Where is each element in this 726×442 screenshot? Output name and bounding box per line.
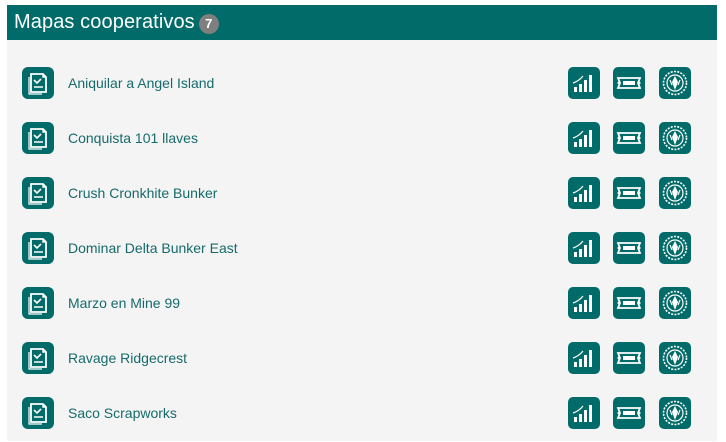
map-document-icon[interactable] bbox=[22, 341, 54, 374]
map-name-link[interactable]: Aniquilar a Angel Island bbox=[68, 75, 214, 91]
map-document-icon[interactable] bbox=[22, 396, 54, 429]
panel-header: Mapas cooperativos 7 bbox=[7, 5, 717, 40]
map-document-icon[interactable] bbox=[22, 66, 54, 99]
map-name-link[interactable]: Marzo en Mine 99 bbox=[68, 295, 180, 311]
map-row: Dominar Delta Bunker East bbox=[7, 220, 717, 275]
map-name-link[interactable]: Ravage Ridgecrest bbox=[68, 350, 187, 366]
map-name-link[interactable]: Conquista 101 llaves bbox=[68, 130, 198, 146]
round-emblem-icon bbox=[659, 121, 691, 154]
banner-slab-icon bbox=[613, 176, 645, 209]
map-document-icon[interactable] bbox=[22, 176, 54, 209]
round-emblem-icon bbox=[659, 66, 691, 99]
banner-slab-icon bbox=[613, 396, 645, 429]
map-document-icon[interactable] bbox=[22, 231, 54, 264]
map-row: Saco Scrapworks bbox=[7, 385, 717, 440]
power-level-bars-icon bbox=[568, 121, 600, 154]
map-name-link[interactable]: Dominar Delta Bunker East bbox=[68, 240, 238, 256]
banner-slab-icon bbox=[613, 231, 645, 264]
map-name-link[interactable]: Crush Cronkhite Bunker bbox=[68, 185, 217, 201]
round-emblem-icon bbox=[659, 231, 691, 264]
map-name-link[interactable]: Saco Scrapworks bbox=[68, 405, 177, 421]
round-emblem-icon bbox=[659, 286, 691, 319]
power-level-bars-icon bbox=[568, 396, 600, 429]
map-document-icon[interactable] bbox=[22, 121, 54, 154]
banner-slab-icon bbox=[613, 66, 645, 99]
banner-slab-icon bbox=[613, 121, 645, 154]
banner-slab-icon bbox=[613, 286, 645, 319]
map-document-icon[interactable] bbox=[22, 286, 54, 319]
coop-maps-panel: Mapas cooperativos 7 Aniquilar a Angel I… bbox=[7, 5, 717, 441]
count-badge: 7 bbox=[198, 13, 219, 34]
map-row: Marzo en Mine 99 bbox=[7, 275, 717, 330]
map-row: Conquista 101 llaves bbox=[7, 110, 717, 165]
map-row: Crush Cronkhite Bunker bbox=[7, 165, 717, 220]
power-level-bars-icon bbox=[568, 341, 600, 374]
page-title: Mapas cooperativos bbox=[14, 11, 195, 33]
round-emblem-icon bbox=[659, 341, 691, 374]
map-row: Aniquilar a Angel Island bbox=[7, 55, 717, 110]
power-level-bars-icon bbox=[568, 286, 600, 319]
power-level-bars-icon bbox=[568, 176, 600, 209]
map-row: Ravage Ridgecrest bbox=[7, 330, 717, 385]
round-emblem-icon bbox=[659, 396, 691, 429]
power-level-bars-icon bbox=[568, 66, 600, 99]
banner-slab-icon bbox=[613, 341, 645, 374]
round-emblem-icon bbox=[659, 176, 691, 209]
power-level-bars-icon bbox=[568, 231, 600, 264]
